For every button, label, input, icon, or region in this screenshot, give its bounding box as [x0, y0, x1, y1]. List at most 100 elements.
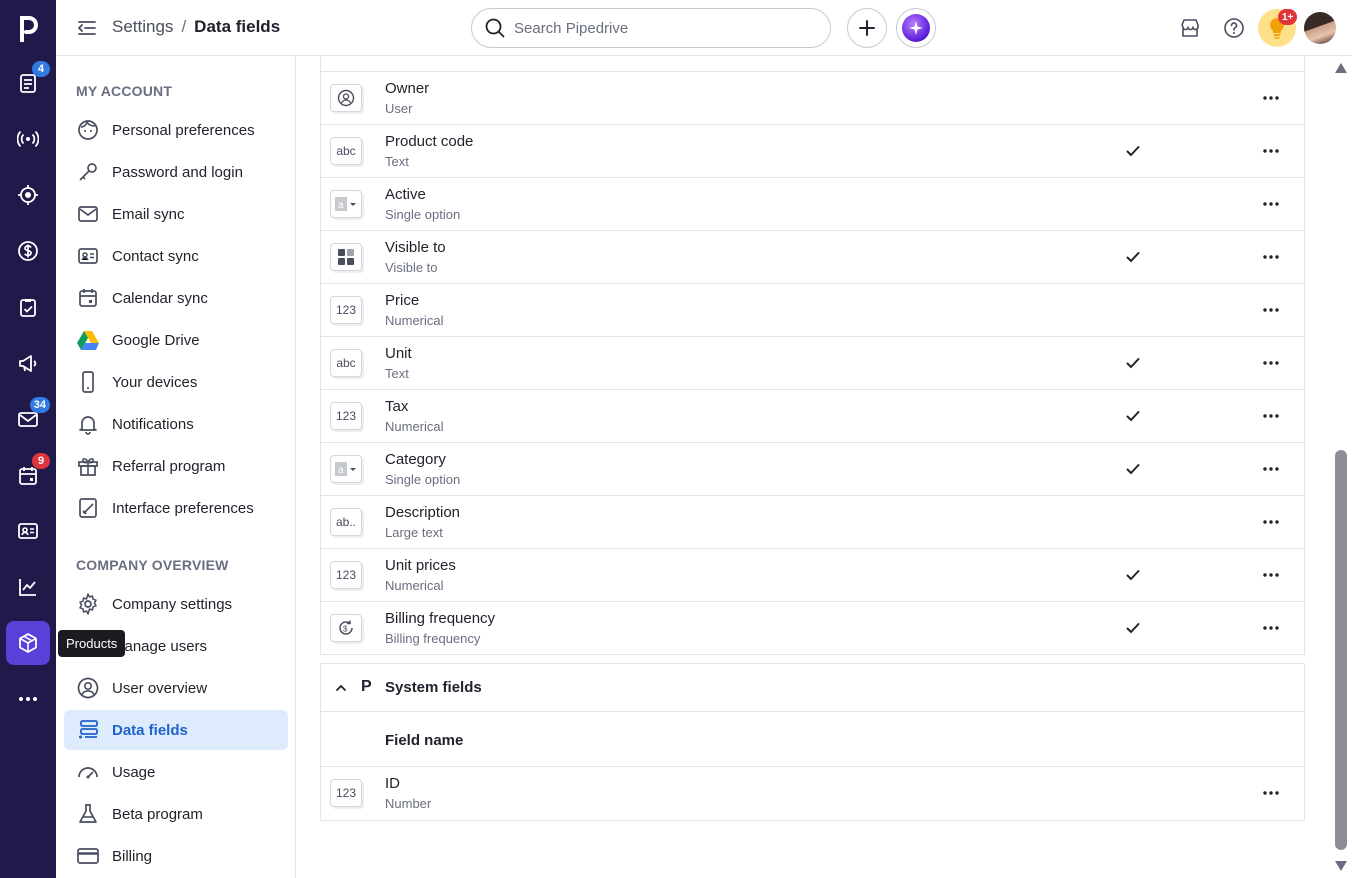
field-options-button[interactable]	[1259, 300, 1283, 320]
pipedrive-logo[interactable]	[0, 0, 56, 56]
sidebar-item-password-and-login[interactable]: Password and login	[64, 152, 288, 192]
field-options-button[interactable]	[1259, 194, 1283, 214]
breadcrumb: Settings / Data fields	[112, 17, 280, 37]
table-row[interactable]: 123 Price Numerical	[321, 283, 1304, 336]
field-options-button[interactable]	[1259, 565, 1283, 585]
system-fields-card: P System fields Field name 123 ID Number	[320, 663, 1305, 821]
scroll-down-arrow-icon[interactable]	[1334, 860, 1348, 872]
ai-assistant-button[interactable]	[896, 8, 936, 48]
rail-contacts-card-button[interactable]	[6, 509, 50, 553]
field-options-button[interactable]	[1259, 512, 1283, 532]
help-icon[interactable]	[1221, 15, 1247, 41]
plus-icon	[859, 20, 875, 36]
rail-insights-chart-button[interactable]	[6, 565, 50, 609]
deals-dollar-icon	[18, 241, 38, 261]
field-options-button[interactable]	[1259, 618, 1283, 638]
more-dots-icon	[1263, 361, 1279, 365]
rail-focus-target-button[interactable]	[6, 173, 50, 217]
field-options-button[interactable]	[1259, 88, 1283, 108]
sidebar-item-your-devices[interactable]: Your devices	[64, 362, 288, 402]
contacts-card-icon	[18, 523, 38, 539]
text-field-icon: abc	[330, 137, 362, 165]
page-title: Data fields	[194, 17, 281, 36]
collapse-menu-icon[interactable]	[76, 17, 98, 39]
numerical-field-icon: 123	[330, 779, 362, 807]
scrollbar-thumb[interactable]	[1335, 450, 1347, 850]
sidebar-item-email-sync[interactable]: Email sync	[64, 194, 288, 234]
rail-calendar-button[interactable]: 9	[6, 453, 50, 497]
sidebar-item-company-settings[interactable]: Company settings	[64, 584, 288, 624]
rail-mail-button[interactable]: 34	[6, 397, 50, 441]
sidebar-item-data-fields[interactable]: Data fields	[64, 710, 288, 750]
system-fields-title: System fields	[385, 679, 482, 696]
field-type: Single option	[385, 472, 461, 487]
marketplace-icon[interactable]	[1177, 15, 1203, 41]
more-dots-icon	[1263, 791, 1279, 795]
field-options-button[interactable]	[1259, 353, 1283, 373]
chevron-up-icon[interactable]	[333, 680, 349, 696]
table-row-partial	[321, 56, 1304, 71]
rail-more-dots-button[interactable]	[6, 677, 50, 721]
checkmark-icon	[1126, 570, 1140, 581]
sidebar-item-notifications[interactable]: Notifications	[64, 404, 288, 444]
field-name: Price	[385, 292, 420, 309]
rail-deals-dollar-button[interactable]	[6, 229, 50, 273]
sidebar-item-label: Calendar sync	[112, 289, 208, 307]
table-row[interactable]: 123 Tax Numerical	[321, 389, 1304, 442]
sidebar-item-interface-preferences[interactable]: Interface preferences	[64, 488, 288, 528]
table-row[interactable]: Visible to Visible to	[321, 230, 1304, 283]
sidebar-item-personal-preferences[interactable]: Personal preferences	[64, 110, 288, 150]
user-avatar[interactable]	[1304, 12, 1336, 44]
sidebar-item-google-drive[interactable]: Google Drive	[64, 320, 288, 360]
table-row[interactable]: 123 Unit prices Numerical	[321, 548, 1304, 601]
field-options-button[interactable]	[1259, 141, 1283, 161]
rail-products-box-button[interactable]	[6, 621, 50, 665]
search-input[interactable]	[514, 19, 804, 37]
rail-activities-checklist-button[interactable]	[6, 285, 50, 329]
data-fields-icon	[76, 718, 100, 742]
sidebar-item-referral-program[interactable]: Referral program	[64, 446, 288, 486]
rail-leads-inbox-button[interactable]: 4	[6, 61, 50, 105]
sidebar-item-contact-sync[interactable]: Contact sync	[64, 236, 288, 276]
key-icon	[76, 160, 100, 184]
sidebar-item-usage[interactable]: Usage	[64, 752, 288, 792]
vertical-scrollbar[interactable]	[1330, 56, 1352, 878]
activities-checklist-icon	[20, 299, 36, 317]
table-row[interactable]: ab.. Description Large text	[321, 495, 1304, 548]
scroll-up-arrow-icon[interactable]	[1334, 62, 1348, 74]
field-options-button[interactable]	[1259, 459, 1283, 479]
table-row[interactable]: a Active Single option	[321, 177, 1304, 230]
table-row[interactable]: 123 ID Number	[321, 767, 1304, 820]
field-options-button[interactable]	[1259, 247, 1283, 267]
sidebar-item-user-overview[interactable]: User overview	[64, 668, 288, 708]
field-options-button[interactable]	[1259, 783, 1283, 803]
quick-add-button[interactable]	[847, 8, 887, 48]
breadcrumb-settings[interactable]: Settings	[112, 17, 173, 37]
table-row[interactable]: abc Product code Text	[321, 124, 1304, 177]
sidebar-item-label: Data fields	[112, 721, 188, 739]
rail-activity-stream-button[interactable]	[6, 117, 50, 161]
phone-icon	[76, 370, 100, 394]
checkmark-icon	[1126, 623, 1140, 634]
system-fields-header[interactable]: P System fields	[321, 664, 1304, 712]
svg-text:a: a	[338, 465, 344, 476]
rail-campaigns-megaphone-button[interactable]	[6, 341, 50, 385]
table-row[interactable]: Owner User	[321, 71, 1304, 124]
field-type: Numerical	[385, 313, 444, 328]
breadcrumb-separator: /	[181, 17, 187, 36]
field-options-button[interactable]	[1259, 406, 1283, 426]
sidebar-item-calendar-sync[interactable]: Calendar sync	[64, 278, 288, 318]
table-row[interactable]: abc Unit Text	[321, 336, 1304, 389]
more-dots-icon	[19, 697, 37, 701]
table-row[interactable]: a Category Single option	[321, 442, 1304, 495]
search-box[interactable]	[471, 8, 831, 48]
more-dots-icon	[1263, 308, 1279, 312]
field-name: Unit prices	[385, 557, 456, 574]
table-row[interactable]: $ Billing frequency Billing frequency	[321, 601, 1304, 654]
more-dots-icon	[1263, 626, 1279, 630]
sidebar-item-beta-program[interactable]: Beta program	[64, 794, 288, 834]
single-option-icon: a	[330, 190, 362, 218]
sidebar-item-billing[interactable]: Billing	[64, 836, 288, 876]
numerical-field-icon: 123	[330, 561, 362, 589]
sidebar-item-label: Referral program	[112, 457, 226, 475]
